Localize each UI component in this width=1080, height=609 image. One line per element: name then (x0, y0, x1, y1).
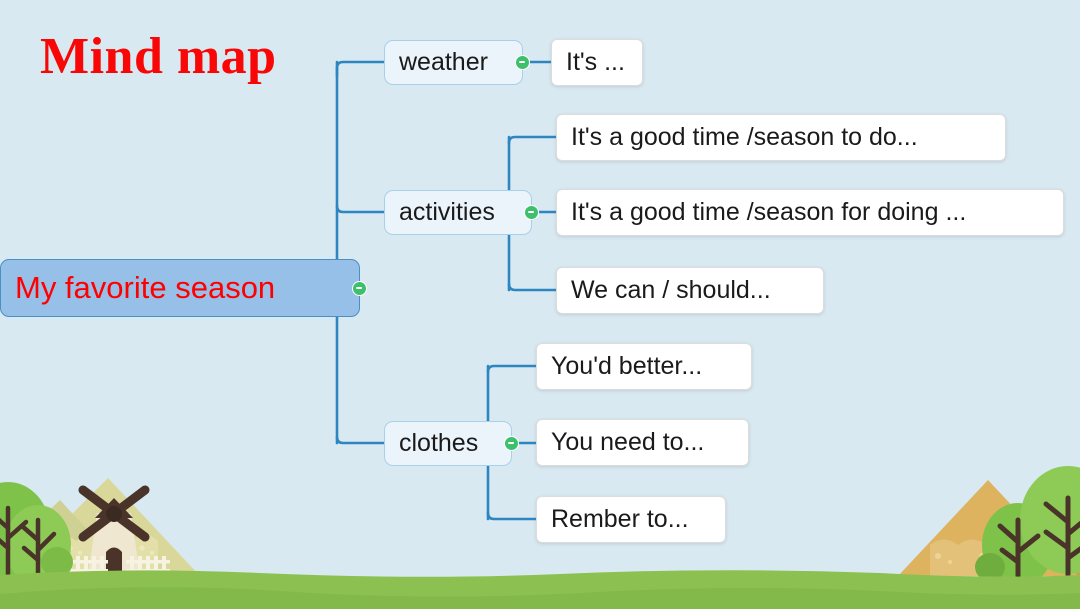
leaf-node-label: It's a good time /season for doing ... (571, 198, 967, 226)
collapse-dot-icon-clothes[interactable] (504, 436, 519, 451)
leaf-node-label: You'd better... (551, 352, 703, 380)
leaf-node[interactable]: It's ... (551, 39, 643, 86)
leaf-node[interactable]: You need to... (536, 419, 749, 466)
leaf-node-label: It's ... (566, 48, 625, 76)
leaf-node[interactable]: Rember to... (536, 496, 726, 543)
leaf-node-label: Rember to... (551, 505, 689, 533)
leaf-node[interactable]: We can / should... (556, 267, 824, 314)
collapse-dot-icon-activities[interactable] (524, 205, 539, 220)
branch-node-weather[interactable]: weather (384, 40, 523, 85)
collapse-dot-icon-root[interactable] (352, 281, 367, 296)
connector-root-clothes (335, 435, 386, 445)
leaf-node-label: We can / should... (571, 276, 771, 304)
branch-node-clothes[interactable]: clothes (384, 421, 512, 466)
branch-node-label: clothes (399, 429, 479, 457)
leaf-node[interactable]: It's a good time /season for doing ... (556, 189, 1064, 236)
leaf-node-label: It's a good time /season to do... (571, 123, 918, 151)
connector-clothes-leaf-0 (486, 364, 538, 374)
branch-node-label: weather (399, 48, 488, 76)
root-node[interactable]: My favorite season (0, 259, 360, 317)
root-node-label: My favorite season (15, 270, 276, 305)
leaf-node[interactable]: It's a good time /season to do... (556, 114, 1006, 161)
collapse-dot-icon-weather[interactable] (515, 55, 530, 70)
leaf-node-label: You need to... (551, 428, 705, 456)
page-title: Mind map (40, 28, 277, 85)
connector-clothes-leaf-2 (486, 511, 538, 521)
branch-node-activities[interactable]: activities (384, 190, 532, 235)
connector-root-weather (335, 60, 386, 78)
mind-map-canvas: Mind map My favorite season weather It's… (0, 0, 1080, 609)
connector-activities-leaf-0 (507, 135, 558, 145)
connector-activities-leaf-2 (507, 282, 558, 292)
branch-node-label: activities (399, 198, 495, 226)
leaf-node[interactable]: You'd better... (536, 343, 752, 390)
connector-root-activities (335, 204, 386, 214)
